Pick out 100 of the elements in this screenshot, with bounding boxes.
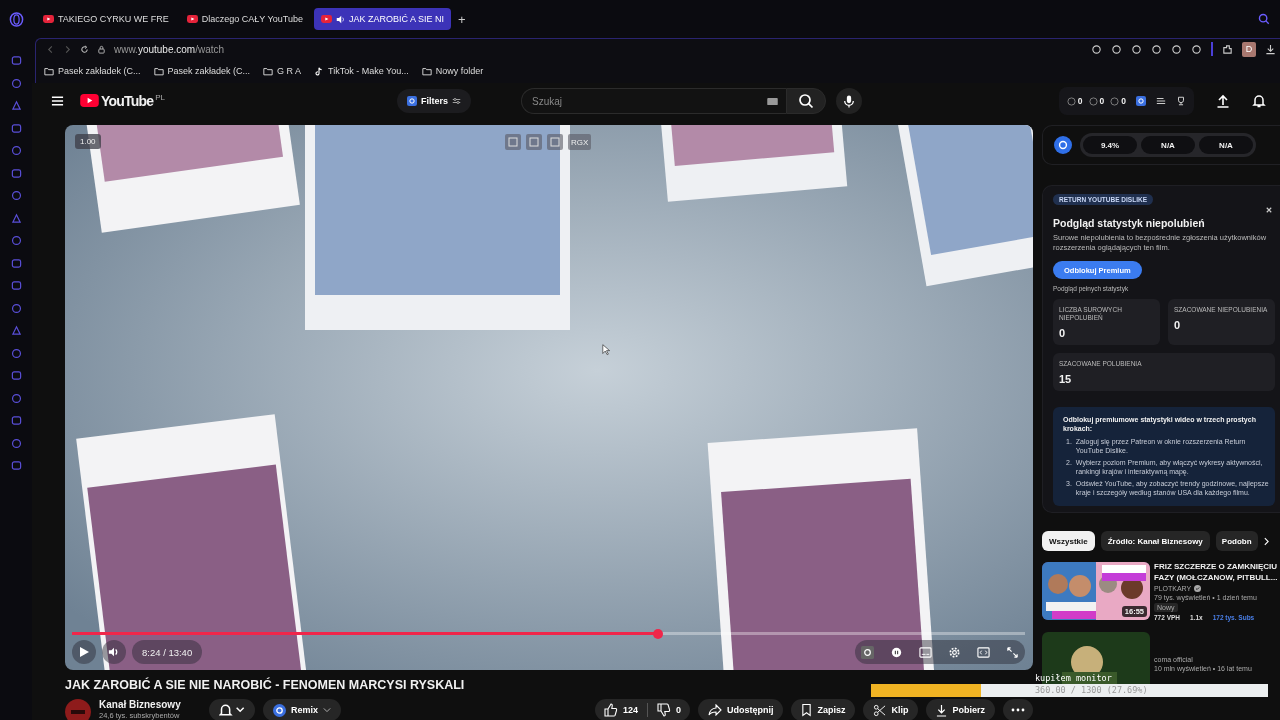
stat-value: 0 <box>1174 319 1182 332</box>
list-icon[interactable] <box>1156 96 1166 106</box>
toolbar-icon[interactable] <box>1191 43 1202 55</box>
theater-mode-icon[interactable] <box>977 645 990 659</box>
search-icon <box>798 93 815 109</box>
video-title: JAK ZAROBIĆ A SIE NIE NAROBIĆ - FENOMEN MARCYSI RYSKALI <box>65 678 466 693</box>
clip-button[interactable]: Klip <box>863 699 919 720</box>
youtube-logo-icon <box>43 15 54 23</box>
new-tab-button[interactable]: + <box>454 11 469 27</box>
scissors-icon <box>873 703 887 717</box>
remix-button[interactable]: Remix <box>263 699 341 720</box>
sidebar-app-icon[interactable] <box>10 280 22 291</box>
bookmark[interactable]: Nowy folder <box>421 66 484 76</box>
search-icon[interactable] <box>1258 13 1270 25</box>
bookmark[interactable]: Pasek zakładek (C... <box>153 66 251 76</box>
sliders-icon <box>452 97 462 105</box>
sidebar-app-icon[interactable] <box>10 437 22 449</box>
sidebar-app-icon[interactable] <box>10 77 22 89</box>
extensions-icon[interactable] <box>1222 43 1233 55</box>
toolbar-icon[interactable] <box>1131 43 1142 55</box>
region-code: PL <box>155 93 165 102</box>
bookmark[interactable]: Pasek zakładek (C... <box>44 66 141 76</box>
browser-tab[interactable]: TAKIEGO CYRKU WE FRE <box>36 8 176 30</box>
download-icon[interactable] <box>1265 43 1276 55</box>
sidebar-app-icon[interactable] <box>10 190 22 201</box>
sidebar-app-icon[interactable] <box>10 100 22 111</box>
filters-button[interactable]: Filters <box>397 89 472 113</box>
upload-icon[interactable] <box>1216 94 1230 108</box>
search-field[interactable]: Szukaj <box>521 88 787 114</box>
sidebar-app-icon[interactable] <box>10 212 22 224</box>
toolbar-icon[interactable] <box>1151 43 1162 55</box>
youtube-wordmark[interactable]: YouTube <box>101 93 154 109</box>
sidebar-app-icon[interactable] <box>10 257 22 269</box>
fullscreen-icon[interactable] <box>1006 645 1019 659</box>
bookmark-icon <box>801 703 813 717</box>
sidebar-app-icon[interactable] <box>10 167 22 179</box>
progress-bar[interactable] <box>72 632 1025 635</box>
scrubber-handle[interactable] <box>653 628 664 639</box>
circle-icon <box>1066 96 1076 106</box>
sidebar-app-icon[interactable] <box>10 347 22 359</box>
trophy-icon[interactable] <box>1176 96 1186 106</box>
close-icon[interactable] <box>1266 207 1272 213</box>
search-button[interactable] <box>786 88 827 114</box>
play-logo-icon[interactable] <box>80 94 99 107</box>
share-arrow-icon <box>707 704 722 716</box>
download-button[interactable]: Pobierz <box>926 699 995 720</box>
sidebar-app-icon[interactable] <box>10 415 22 426</box>
time-display: 8:24 / 13:40 <box>132 640 203 664</box>
browser-tab[interactable]: Dlaczego CAŁY YouTube <box>179 8 310 30</box>
iq-icon <box>273 703 286 717</box>
sidebar-app-icon[interactable] <box>10 235 22 246</box>
stat-value: 0 <box>1059 326 1067 339</box>
menu-icon[interactable] <box>51 95 64 107</box>
filter-chip[interactable]: Źródło: Kanał Biznesowy <box>1100 531 1210 552</box>
sidebar-app-icon[interactable] <box>10 122 22 134</box>
more-button[interactable] <box>1003 699 1033 720</box>
overlay-label: kupiłem monitor <box>1035 673 1112 683</box>
bookmark[interactable]: G R A <box>263 66 302 76</box>
sidebar-app-icon[interactable] <box>10 370 22 381</box>
keyboard-icon[interactable] <box>767 97 779 105</box>
pause-toggle-icon[interactable] <box>890 645 903 659</box>
iq-icon[interactable] <box>1054 136 1072 154</box>
sidebar-app-icon[interactable] <box>10 302 22 314</box>
reload-icon[interactable] <box>80 44 89 54</box>
filter-chip[interactable]: Podobn <box>1215 531 1258 552</box>
folder-icon <box>421 66 432 76</box>
lock-icon[interactable] <box>97 44 106 54</box>
sidebar-app-icon[interactable] <box>10 392 22 404</box>
toolbar-icon[interactable] <box>1091 43 1102 55</box>
download-icon <box>936 703 948 717</box>
sidebar-app-icon[interactable] <box>10 460 22 471</box>
browser-tab[interactable]: JAK ZAROBIĆ A SIE NI <box>313 8 451 30</box>
play-button[interactable] <box>72 640 96 664</box>
youtube-logo-icon <box>320 15 332 23</box>
bell-icon[interactable] <box>1252 94 1266 108</box>
iq-icon[interactable] <box>1136 96 1146 106</box>
video-title[interactable]: FRIZ SZCZERZE O ZAMKNIĘCIU FAZY (MOŁCZANOW, PITBULL... <box>1154 562 1280 584</box>
browser-logo-icon[interactable] <box>8 12 24 27</box>
sidebar-app-icon[interactable] <box>10 145 22 156</box>
subscribed-bell-button[interactable] <box>209 699 255 720</box>
voice-search-button[interactable] <box>836 88 863 114</box>
sidebar-app-icon[interactable] <box>10 325 22 336</box>
rgx-button[interactable]: RGX <box>568 134 592 150</box>
volume-button[interactable] <box>102 640 126 664</box>
share-button[interactable]: Udostępnij <box>697 699 784 720</box>
bookmark[interactable]: TikTok - Make You... <box>314 66 409 76</box>
toolbar-icon[interactable] <box>1111 43 1122 55</box>
toolbar-icon[interactable] <box>1171 43 1182 55</box>
settings-icon[interactable] <box>948 645 961 659</box>
sidebar-app-icon[interactable] <box>10 55 22 66</box>
dislike-button[interactable]: 0 <box>647 699 690 720</box>
folder-icon <box>153 66 164 76</box>
filter-chip[interactable]: Wszystkie <box>1042 531 1095 552</box>
address-field[interactable]: www.youtube.com/watch <box>114 43 225 55</box>
save-button[interactable]: Zapisz <box>791 699 856 720</box>
subtitles-icon[interactable] <box>919 645 932 659</box>
channel-name[interactable]: Kanał Biznesowy <box>99 699 201 711</box>
play-icon <box>78 646 90 658</box>
like-button[interactable]: 124 <box>594 699 647 720</box>
profile-avatar[interactable]: D <box>1242 41 1256 57</box>
